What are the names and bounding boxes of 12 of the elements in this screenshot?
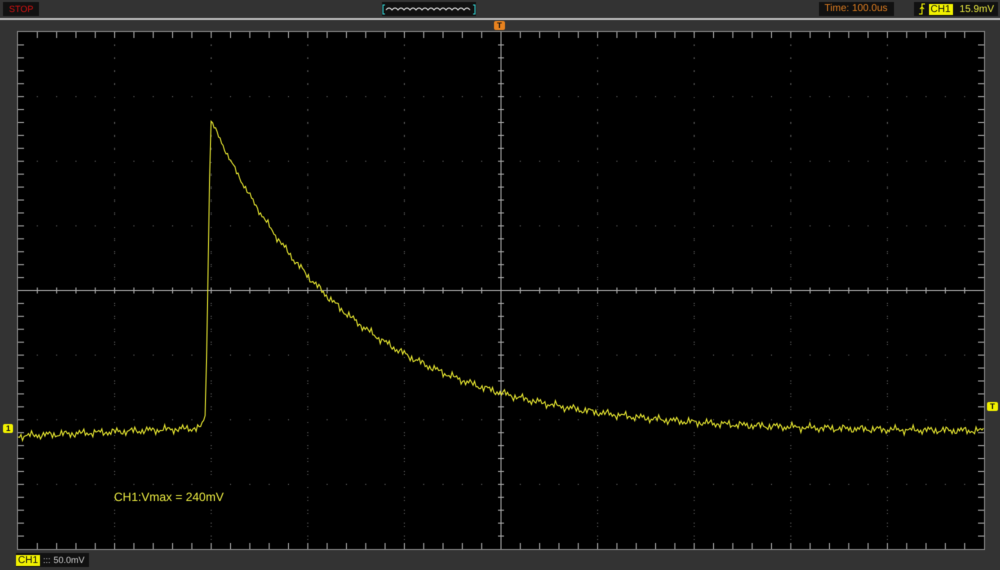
trigger-position-marker[interactable]: T [494,21,505,30]
vertical-scale[interactable]: 50.0mV [54,555,85,565]
channel-badge[interactable]: CH1 [928,4,953,14]
time-base[interactable]: Time: 100.0us [818,2,894,16]
rising-edge-icon [918,3,926,15]
waveform-overview-icon [382,2,476,16]
coupling-symbol: ::: [43,555,51,565]
channel-marker[interactable]: 1 [3,424,14,433]
channel-badge[interactable]: CH1 [16,554,40,566]
trigger-level-marker[interactable]: T [987,402,998,411]
trigger-voltage: 15.9mV [960,4,994,14]
measurement-readout: CH1:Vmax = 240mV [114,490,224,504]
